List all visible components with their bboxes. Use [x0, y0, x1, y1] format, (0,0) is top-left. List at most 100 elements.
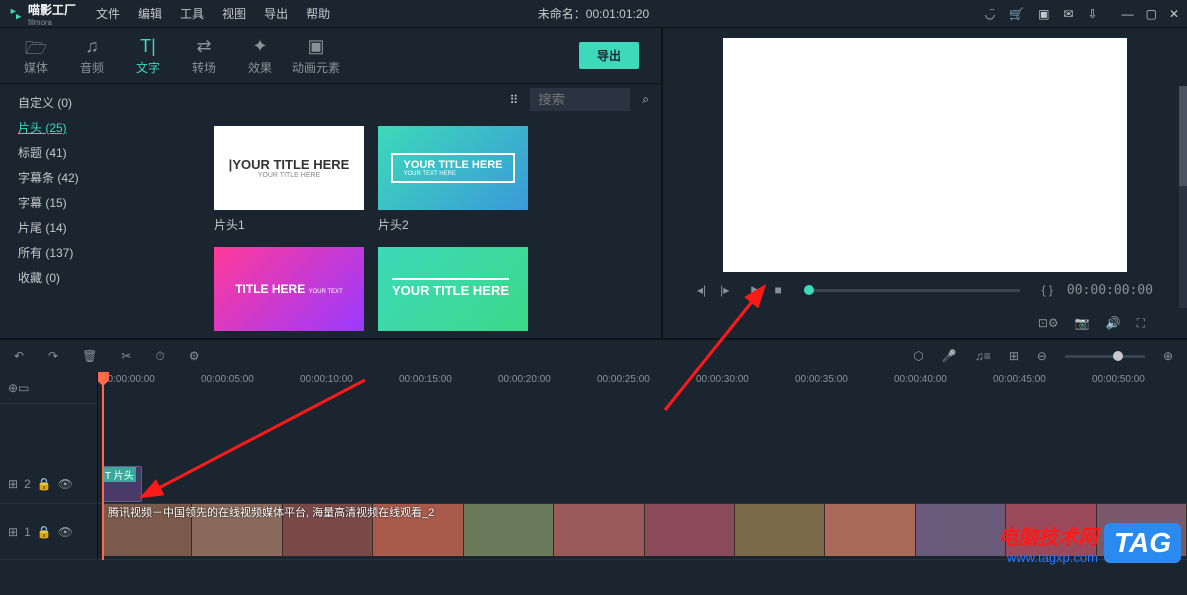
cut-icon[interactable]: ✂	[121, 349, 131, 363]
quality-icon[interactable]: ⊡⚙	[1038, 316, 1059, 330]
maximize-icon[interactable]: ▢	[1146, 7, 1157, 21]
playhead[interactable]	[102, 372, 104, 560]
zoom-slider[interactable]	[1065, 355, 1145, 358]
track-headers: ⊕▭ ⊞ 2 🔒 👁 ⊞ 1 🔒 👁	[0, 372, 98, 560]
delete-icon[interactable]: 🗑	[82, 349, 97, 363]
track-header-video[interactable]: ⊞ 1 🔒 👁	[0, 504, 97, 560]
zoom-in-icon[interactable]: ⊕	[1163, 349, 1173, 363]
music-icon: ♫	[85, 36, 99, 56]
menu-view[interactable]: 视图	[222, 5, 246, 22]
volume-icon[interactable]: 🔊	[1106, 316, 1121, 330]
text-clip[interactable]: T 片头	[102, 466, 142, 502]
library-panel: 🗁媒体 ♫音频 T|文字 ⇄转场 ✦效果 ▣动画元素 导出 自定义 (0) 片头…	[0, 28, 663, 338]
visibility-icon[interactable]: 👁	[58, 477, 73, 491]
minimize-icon[interactable]: —	[1122, 7, 1134, 21]
element-icon: ▣	[307, 36, 324, 56]
user-icon[interactable]: ◡̈	[985, 7, 995, 21]
menu-file[interactable]: 文件	[96, 5, 120, 22]
asset-thumb: |YOUR TITLE HEREYOUR TITLE HERE	[214, 126, 364, 210]
sidebar-item-endings[interactable]: 片尾 (14)	[0, 215, 200, 240]
menu-help[interactable]: 帮助	[306, 5, 330, 22]
sidebar-item-all[interactable]: 所有 (137)	[0, 240, 200, 265]
lock-icon[interactable]: 🔒	[37, 525, 52, 539]
cart-icon[interactable]: 🛒	[1009, 7, 1024, 21]
track-type-icon: ⊞	[8, 477, 18, 491]
sidebar-item-favorites[interactable]: 收藏 (0)	[0, 265, 200, 290]
fullscreen-icon[interactable]: ⛶	[1137, 316, 1145, 331]
scrollbar[interactable]	[1179, 86, 1187, 308]
mic-icon[interactable]: ⇩	[1088, 7, 1098, 21]
tab-audio[interactable]: ♫音频	[64, 36, 120, 76]
track-type-icon: ⊞	[8, 525, 18, 539]
menu-tools[interactable]: 工具	[180, 5, 204, 22]
search-input[interactable]	[530, 88, 630, 111]
asset-item[interactable]: YOUR TITLE HERE	[378, 247, 528, 331]
render-icon[interactable]: ⊞	[1009, 349, 1019, 363]
tab-effect[interactable]: ✦效果	[232, 36, 288, 76]
add-track-button[interactable]: ⊕▭	[0, 372, 97, 404]
project-title: 未命名：00:01:01:20	[538, 5, 649, 22]
speed-icon[interactable]: ⏱	[155, 349, 164, 364]
undo-icon[interactable]: ↶	[14, 349, 24, 363]
record-icon[interactable]: 🎤	[942, 349, 957, 363]
transition-icon: ⇄	[196, 36, 211, 56]
menu-export[interactable]: 导出	[264, 5, 288, 22]
next-frame-icon[interactable]: |▸	[720, 283, 729, 297]
sidebar-item-titles[interactable]: 标题 (41)	[0, 140, 200, 165]
text-track[interactable]: T 片头	[98, 464, 1187, 504]
asset-label: 片头1	[214, 216, 364, 233]
tab-text[interactable]: T|文字	[120, 36, 176, 76]
library-tabs: 🗁媒体 ♫音频 T|文字 ⇄转场 ✦效果 ▣动画元素 导出	[0, 28, 661, 84]
sidebar-item-openers[interactable]: 片头 (25)	[0, 115, 200, 140]
zoom-out-icon[interactable]: ⊖	[1037, 349, 1047, 363]
mail-icon[interactable]: ✉	[1063, 7, 1073, 21]
lock-icon[interactable]: 🔒	[37, 477, 52, 491]
marker-icon[interactable]: ⬡	[913, 349, 923, 363]
track-number: 2	[24, 477, 31, 491]
category-sidebar: 自定义 (0) 片头 (25) 标题 (41) 字幕条 (42) 字幕 (15)…	[0, 84, 200, 338]
preview-panel: ◂| |▸ ▶ ■ { } 00:00:00:00 ⊡⚙ 📷 🔊 ⛶	[663, 28, 1187, 338]
asset-item[interactable]: YOUR TITLE HEREYOUR TEXT HERE 片头2	[378, 126, 528, 233]
grid-view-icon[interactable]: ⠿	[509, 93, 518, 107]
sidebar-item-subtitles[interactable]: 字幕 (15)	[0, 190, 200, 215]
mixer-icon[interactable]: ♫≡	[975, 349, 991, 363]
play-icon[interactable]: ▶	[751, 283, 760, 297]
preview-canvas[interactable]	[723, 38, 1127, 272]
tab-element[interactable]: ▣动画元素	[288, 36, 344, 76]
scrubber[interactable]	[804, 289, 1020, 292]
logo-icon	[8, 6, 24, 22]
text-icon: T|	[140, 36, 156, 56]
asset-panel: ⠿ ⌕ |YOUR TITLE HEREYOUR TITLE HERE 片头1 …	[200, 84, 661, 338]
visibility-icon[interactable]: 👁	[58, 525, 73, 539]
app-logo: 喵影工厂 filmora	[8, 1, 76, 27]
tab-media[interactable]: 🗁媒体	[8, 36, 64, 76]
menu-edit[interactable]: 编辑	[138, 5, 162, 22]
export-button[interactable]: 导出	[579, 42, 639, 69]
search-icon[interactable]: ⌕	[642, 92, 649, 107]
asset-label: 片头2	[378, 216, 528, 233]
asset-item[interactable]: TITLE HERE YOUR TEXT	[214, 247, 364, 331]
markers-icon[interactable]: { }	[1042, 283, 1053, 297]
folder-icon: 🗁	[25, 36, 47, 56]
save-icon[interactable]: ▣	[1038, 7, 1049, 21]
sidebar-item-custom[interactable]: 自定义 (0)	[0, 90, 200, 115]
effect-icon: ✦	[252, 36, 267, 56]
menu-bar: 文件 编辑 工具 视图 导出 帮助	[96, 5, 330, 22]
asset-item[interactable]: |YOUR TITLE HEREYOUR TITLE HERE 片头1	[214, 126, 364, 233]
tab-transition[interactable]: ⇄转场	[176, 36, 232, 76]
track-header-text[interactable]: ⊞ 2 🔒 👁	[0, 464, 97, 504]
sidebar-item-lowerthirds[interactable]: 字幕条 (42)	[0, 165, 200, 190]
time-ruler[interactable]: 00:00:00:00 00:00:05:00 00:00:10:00 00:0…	[98, 372, 1187, 404]
app-name: 喵影工厂	[28, 1, 76, 18]
titlebar-right: ◡̈ 🛒 ▣ ✉ ⇩ — ▢ ✕	[985, 7, 1179, 21]
stop-icon[interactable]: ■	[775, 283, 782, 297]
adjust-icon[interactable]: ⚙	[189, 349, 200, 363]
prev-frame-icon[interactable]: ◂|	[697, 283, 706, 297]
close-icon[interactable]: ✕	[1169, 7, 1179, 21]
app-subname: filmora	[28, 18, 76, 27]
preview-timecode: 00:00:00:00	[1067, 283, 1153, 298]
asset-thumb: YOUR TITLE HERE	[378, 247, 528, 331]
asset-thumb: YOUR TITLE HEREYOUR TEXT HERE	[378, 126, 528, 210]
snapshot-icon[interactable]: 📷	[1075, 316, 1090, 330]
redo-icon[interactable]: ↷	[48, 349, 58, 363]
